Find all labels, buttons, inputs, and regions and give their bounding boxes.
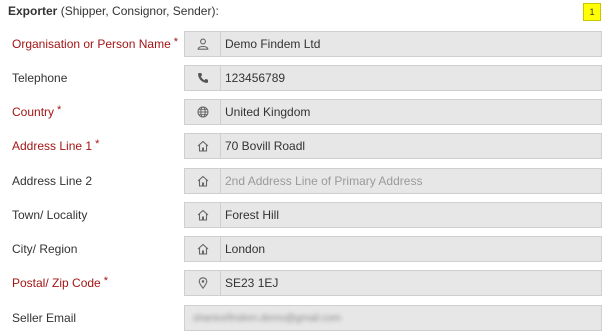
home-icon [185, 134, 221, 158]
country-select[interactable]: United Kingdom [184, 99, 602, 125]
section-title-rest: (Shipper, Consignor, Sender): [57, 4, 219, 18]
form-row-telephone: Telephone 123456789 [0, 65, 609, 91]
city-input[interactable]: London [184, 236, 602, 262]
form-row-city: City/ Region London [0, 236, 609, 262]
telephone-label: Telephone [12, 71, 68, 85]
form-row-postal-code: Postal/ Zip Code * SE23 1EJ [0, 270, 609, 296]
map-marker-icon [185, 271, 221, 295]
form-row-address-line-2: Address Line 2 2nd Address Line of Prima… [0, 168, 609, 194]
section-title: Exporter (Shipper, Consignor, Sender): [8, 4, 219, 18]
home-icon [185, 203, 221, 227]
required-asterisk: * [103, 275, 108, 287]
address-line-1-value: 70 Bovill Roadl [225, 139, 306, 153]
seller-email-label: Seller Email [12, 311, 77, 325]
country-value: United Kingdom [225, 105, 311, 119]
telephone-value: 123456789 [225, 71, 286, 85]
town-label: Town/ Locality [12, 208, 88, 222]
organisation-value: Demo Findem Ltd [225, 37, 321, 51]
form-row-country: Country * United Kingdom [0, 99, 609, 125]
address-line-2-input[interactable]: 2nd Address Line of Primary Address [184, 168, 602, 194]
form-row-organisation: Organisation or Person Name * Demo Findem… [0, 31, 609, 57]
address-line-2-placeholder: 2nd Address Line of Primary Address [225, 174, 423, 188]
address-line-2-label: Address Line 2 [12, 174, 93, 188]
required-asterisk: * [95, 138, 100, 150]
postal-code-input[interactable]: SE23 1EJ [184, 270, 602, 296]
organisation-label: Organisation or Person Name * [12, 36, 179, 51]
globe-icon [185, 100, 221, 124]
telephone-input[interactable]: 123456789 [184, 65, 602, 91]
section-title-bold: Exporter [8, 4, 58, 18]
city-label: City/ Region [12, 242, 78, 256]
town-input[interactable]: Forest Hill [184, 202, 602, 228]
section-number-badge: 1 [583, 3, 601, 21]
city-value: London [225, 242, 266, 256]
home-icon [185, 169, 221, 193]
form-row-address-line-1: Address Line 1 * 70 Bovill Roadl [0, 133, 609, 159]
postal-code-label: Postal/ Zip Code * [12, 275, 108, 290]
country-label: Country * [12, 104, 62, 119]
seller-email-input[interactable]: shanicefindem.demo@gmail.com [184, 305, 602, 331]
form-row-seller-email: Seller Email shanicefindem.demo@gmail.co… [0, 305, 609, 331]
postal-code-value: SE23 1EJ [225, 276, 279, 290]
form-row-town: Town/ Locality Forest Hill [0, 202, 609, 228]
town-value: Forest Hill [225, 208, 280, 222]
phone-icon [185, 66, 221, 90]
required-asterisk: * [173, 36, 179, 48]
organisation-input[interactable]: Demo Findem Ltd [184, 31, 602, 57]
required-asterisk: * [57, 104, 62, 116]
user-icon [185, 32, 221, 56]
address-line-1-label: Address Line 1 * [12, 138, 100, 153]
home-icon [185, 237, 221, 261]
address-line-1-input[interactable]: 70 Bovill Roadl [184, 133, 602, 159]
seller-email-value: shanicefindem.demo@gmail.com [193, 312, 341, 324]
